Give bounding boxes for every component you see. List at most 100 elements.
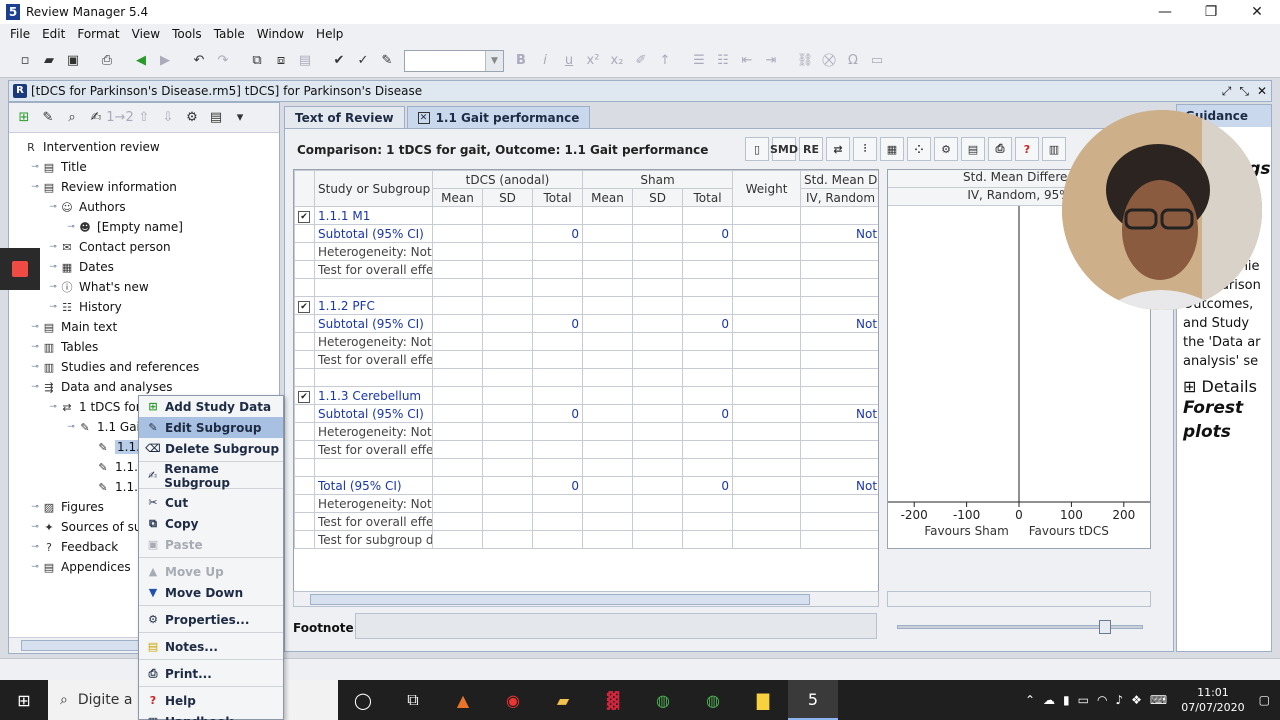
properties-item-icon[interactable]: ✍ bbox=[85, 108, 107, 128]
link-icon[interactable]: ⛓ bbox=[794, 50, 816, 72]
tree-expander-icon[interactable]: ⊸ bbox=[29, 382, 41, 392]
table-row[interactable]: Subtotal (95% CI) 0 0 Not bbox=[294, 224, 878, 243]
value-cell[interactable] bbox=[432, 494, 483, 513]
calculator-icon[interactable]: ▦ bbox=[880, 137, 904, 161]
value-cell[interactable] bbox=[531, 440, 584, 459]
delete-doc-icon[interactable]: ▤ bbox=[294, 50, 316, 72]
value-cell[interactable] bbox=[482, 476, 533, 495]
study-cell[interactable]: Test for overall effe... bbox=[314, 350, 433, 369]
value-cell[interactable] bbox=[482, 368, 533, 387]
value-cell[interactable] bbox=[432, 332, 483, 351]
forest-horizontal-scrollbar[interactable] bbox=[887, 591, 1151, 607]
menu-tools[interactable]: Tools bbox=[166, 27, 208, 41]
menu-item-move-down[interactable]: ▼ Move Down bbox=[139, 582, 283, 603]
table-row[interactable]: ✔ 1.1.2 PFC bbox=[294, 296, 878, 315]
tab-gait-performance[interactable]: ✕ 1.1 Gait performance bbox=[406, 106, 591, 128]
edit-item-icon[interactable]: ✎ bbox=[37, 108, 59, 128]
value-cell[interactable] bbox=[582, 278, 634, 297]
value-cell[interactable]: 0 bbox=[531, 314, 584, 333]
undo-icon[interactable]: ↶ bbox=[188, 50, 210, 72]
value-cell[interactable] bbox=[432, 314, 483, 333]
value-cell[interactable] bbox=[682, 386, 734, 405]
study-cell[interactable]: 1.1.1 M1 bbox=[314, 206, 433, 225]
omega-icon[interactable]: Ω bbox=[842, 50, 864, 72]
value-cell[interactable] bbox=[632, 530, 684, 549]
value-cell[interactable] bbox=[531, 494, 584, 513]
value-cell[interactable] bbox=[482, 350, 533, 369]
value-cell[interactable] bbox=[432, 422, 483, 441]
menu-item-print[interactable]: ⎙ Print... bbox=[139, 663, 283, 684]
study-cell[interactable]: Test for overall effe... bbox=[314, 440, 433, 459]
value-cell[interactable] bbox=[682, 512, 734, 531]
value-cell[interactable] bbox=[632, 296, 684, 315]
keyboard-icon[interactable]: ⌨ bbox=[1150, 693, 1167, 707]
footnote-field[interactable] bbox=[355, 613, 877, 639]
scrollbar-thumb[interactable] bbox=[310, 594, 810, 605]
notes-icon[interactable]: ✎ bbox=[376, 50, 398, 72]
tree-expander-icon[interactable]: ⊸ bbox=[29, 342, 41, 352]
value-cell[interactable] bbox=[531, 458, 584, 477]
table-insert-icon[interactable]: ▭ bbox=[866, 50, 888, 72]
menu-table[interactable]: Table bbox=[208, 27, 251, 41]
value-cell[interactable] bbox=[432, 530, 483, 549]
tree-item[interactable]: ⊸ ⇶ Data and analyses bbox=[9, 377, 279, 397]
value-cell[interactable] bbox=[582, 530, 634, 549]
handbook-icon[interactable]: ▥ bbox=[1042, 137, 1066, 161]
value-cell[interactable] bbox=[432, 224, 483, 243]
restore-button[interactable]: ❐ bbox=[1188, 0, 1234, 24]
search-item-icon[interactable]: ⌕ bbox=[61, 108, 83, 128]
table-row[interactable]: ✔ 1.1.1 M1 bbox=[294, 206, 878, 225]
value-cell[interactable] bbox=[482, 404, 533, 423]
windows-start-icon[interactable]: ⊞ bbox=[0, 680, 48, 720]
tree-expander-icon[interactable]: ⊸ bbox=[47, 202, 59, 212]
value-cell[interactable] bbox=[682, 422, 734, 441]
table-row[interactable] bbox=[294, 278, 878, 297]
table-row[interactable] bbox=[294, 458, 878, 477]
maximize-doc-icon[interactable]: ⤡ bbox=[1239, 84, 1249, 99]
value-cell[interactable] bbox=[582, 494, 634, 513]
value-cell[interactable] bbox=[531, 530, 584, 549]
menu-file[interactable]: File bbox=[4, 27, 36, 41]
matlab-icon[interactable]: ▲ bbox=[438, 680, 488, 720]
menu-item-move-up[interactable]: ▲ Move Up bbox=[139, 561, 283, 582]
value-cell[interactable] bbox=[682, 242, 734, 261]
value-cell[interactable] bbox=[531, 206, 584, 225]
value-cell[interactable] bbox=[682, 440, 734, 459]
value-cell[interactable] bbox=[582, 242, 634, 261]
table-horizontal-scrollbar[interactable] bbox=[293, 591, 879, 607]
table-row[interactable]: Test for subgroup d... bbox=[294, 530, 878, 549]
table-row[interactable]: Heterogeneity: Not ... bbox=[294, 422, 878, 441]
value-cell[interactable] bbox=[632, 350, 684, 369]
value-cell[interactable] bbox=[582, 404, 634, 423]
grid-dots-icon[interactable]: ⁘ bbox=[907, 137, 931, 161]
study-cell[interactable]: Heterogeneity: Not ... bbox=[314, 332, 433, 351]
properties-doc-icon[interactable]: ▯ bbox=[745, 137, 769, 161]
value-cell[interactable] bbox=[582, 224, 634, 243]
restore-doc-icon[interactable]: ⤢ bbox=[1222, 84, 1232, 99]
study-cell[interactable] bbox=[314, 458, 433, 477]
cloud-icon[interactable]: ☁ bbox=[1043, 693, 1055, 707]
tab-text-of-review[interactable]: Text of Review bbox=[284, 106, 405, 128]
tree-expander-icon[interactable]: ⊸ bbox=[47, 402, 59, 412]
tree-expander-icon[interactable]: ⊸ bbox=[65, 222, 77, 232]
value-cell[interactable] bbox=[482, 494, 533, 513]
value-cell[interactable] bbox=[432, 260, 483, 279]
review-manager-taskbar-icon[interactable]: 5 bbox=[788, 680, 838, 720]
value-cell[interactable] bbox=[432, 476, 483, 495]
value-cell[interactable] bbox=[531, 242, 584, 261]
bold-icon[interactable]: B bbox=[510, 50, 532, 72]
battery-icon[interactable]: ▭ bbox=[1078, 693, 1089, 707]
value-cell[interactable] bbox=[582, 368, 634, 387]
tree-item[interactable]: ⊸ ☺ Authors bbox=[9, 197, 279, 217]
table-row[interactable]: ✔ 1.1.3 Cerebellum bbox=[294, 386, 878, 405]
value-cell[interactable] bbox=[531, 512, 584, 531]
tree-expander-icon[interactable]: ⊸ bbox=[65, 422, 77, 432]
subscript-icon[interactable]: x₂ bbox=[606, 50, 628, 72]
smd-button[interactable]: SMD bbox=[770, 137, 798, 161]
paste-doc-icon[interactable]: ⧈ bbox=[270, 50, 292, 72]
menu-item-copy[interactable]: ⧉ Copy bbox=[139, 513, 283, 534]
value-cell[interactable] bbox=[582, 512, 634, 531]
value-cell[interactable] bbox=[432, 296, 483, 315]
move-down-icon[interactable]: ⇩ bbox=[157, 108, 179, 128]
study-cell[interactable]: Subtotal (95% CI) bbox=[314, 404, 433, 423]
